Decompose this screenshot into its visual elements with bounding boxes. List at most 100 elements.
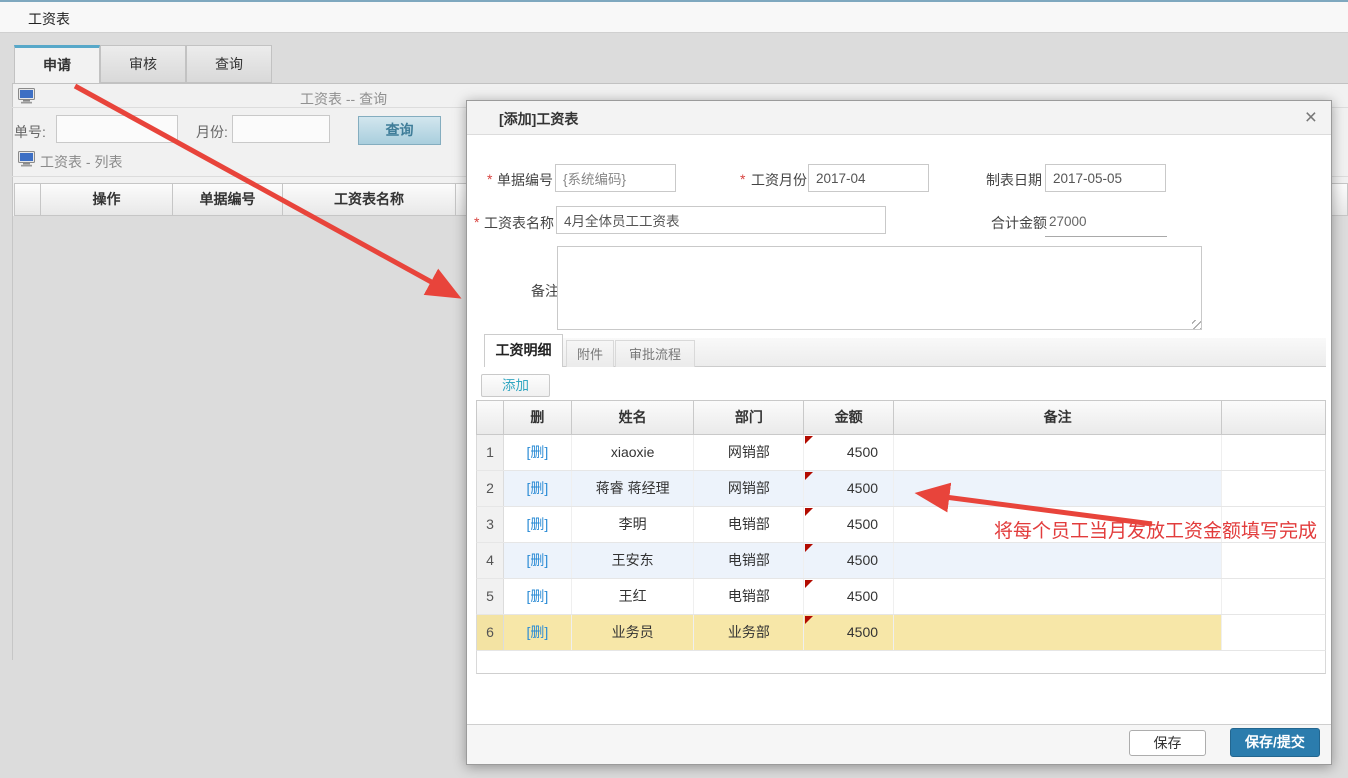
resize-grip-icon[interactable] <box>1192 320 1201 329</box>
dept-cell: 业务部 <box>694 615 804 650</box>
name-cell: 李明 <box>572 507 695 542</box>
table-name-label: 工资表名称 <box>484 213 554 233</box>
row-no: 3 <box>477 507 504 542</box>
doc-no-field[interactable] <box>555 164 676 192</box>
extra-cell <box>1222 579 1325 614</box>
remark-textarea[interactable] <box>557 246 1202 330</box>
del-cell: [删] <box>504 471 572 506</box>
amount-cell[interactable]: 4500 <box>804 435 894 470</box>
query-section-title: 工资表 -- 查询 <box>300 89 387 109</box>
total-amount-value: 27000 <box>1049 214 1087 229</box>
amount-cell[interactable]: 4500 <box>804 615 894 650</box>
table-row[interactable]: 5 [删] 王红 电销部 4500 <box>476 579 1326 615</box>
remark-cell[interactable] <box>894 615 1222 650</box>
row-no: 6 <box>477 615 504 650</box>
list-header-rowno <box>15 184 41 215</box>
required-marker: * <box>740 171 745 187</box>
search-button[interactable]: 查询 <box>358 116 441 145</box>
add-salary-table-dialog: [添加]工资表 × * 单据编号 * 工资月份 制表日期 * 工资表名称 合计金… <box>466 100 1332 765</box>
dept-cell: 电销部 <box>694 507 804 542</box>
extra-cell <box>1222 543 1325 578</box>
amount-cell[interactable]: 4500 <box>804 507 894 542</box>
list-header-actions[interactable]: 操作 <box>41 184 173 215</box>
delete-link[interactable]: [删] <box>526 588 548 604</box>
amount-cell[interactable]: 4500 <box>804 579 894 614</box>
salary-month-field[interactable] <box>808 164 929 192</box>
amount-cell[interactable]: 4500 <box>804 543 894 578</box>
name-cell: 蒋睿 蒋经理 <box>572 471 695 506</box>
order-no-input[interactable] <box>56 115 178 143</box>
table-row[interactable]: 2 [删] 蒋睿 蒋经理 网销部 4500 <box>476 471 1326 507</box>
panel-border <box>12 84 13 660</box>
required-marker: * <box>474 214 479 230</box>
table-name-field[interactable] <box>556 206 886 234</box>
header-rowno <box>477 401 504 434</box>
name-cell: 业务员 <box>572 615 695 650</box>
del-cell: [删] <box>504 507 572 542</box>
remark-cell[interactable] <box>894 435 1222 470</box>
total-amount-underline <box>1045 236 1167 237</box>
delete-link[interactable]: [删] <box>526 624 548 640</box>
dept-cell: 电销部 <box>694 579 804 614</box>
delete-link[interactable]: [删] <box>526 480 548 496</box>
extra-cell <box>1222 471 1325 506</box>
create-date-label: 制表日期 <box>986 170 1042 190</box>
dept-cell: 网销部 <box>694 471 804 506</box>
dept-cell: 电销部 <box>694 543 804 578</box>
remark-label: 备注 <box>531 281 559 301</box>
del-cell: [删] <box>504 543 572 578</box>
row-no: 4 <box>477 543 504 578</box>
header-remark: 备注 <box>894 401 1222 434</box>
delete-link[interactable]: [删] <box>526 444 548 460</box>
table-row[interactable]: 1 [删] xiaoxie 网销部 4500 <box>476 435 1326 471</box>
dialog-header[interactable]: [添加]工资表 × <box>467 101 1331 135</box>
doc-no-label: 单据编号 <box>497 170 553 190</box>
tab-query[interactable]: 查询 <box>186 45 272 83</box>
amount-cell[interactable]: 4500 <box>804 471 894 506</box>
row-no: 2 <box>477 471 504 506</box>
name-cell: xiaoxie <box>572 435 695 470</box>
close-icon[interactable]: × <box>1305 105 1317 131</box>
window-tab-title[interactable]: 工资表 <box>28 9 70 29</box>
remark-cell[interactable] <box>894 579 1222 614</box>
extra-cell <box>1222 615 1325 650</box>
name-cell: 王安东 <box>572 543 695 578</box>
header-amount: 金额 <box>804 401 894 434</box>
tab-salary-detail[interactable]: 工资明细 <box>484 334 563 367</box>
remark-cell[interactable] <box>894 471 1222 506</box>
delete-link[interactable]: [删] <box>526 552 548 568</box>
add-row-button[interactable]: 添加 <box>481 374 550 397</box>
save-button[interactable]: 保存 <box>1129 730 1206 756</box>
month-label: 月份: <box>196 122 228 142</box>
tab-approval-flow[interactable]: 审批流程 <box>615 340 695 367</box>
salary-month-label: 工资月份 <box>751 170 807 190</box>
extra-cell <box>1222 435 1325 470</box>
list-header-doc-no[interactable]: 单据编号 <box>173 184 283 215</box>
month-input[interactable] <box>232 115 330 143</box>
monitor-icon <box>18 151 35 167</box>
dialog-title: [添加]工资表 <box>499 109 578 129</box>
table-row[interactable]: 4 [删] 王安东 电销部 4500 <box>476 543 1326 579</box>
create-date-field[interactable] <box>1045 164 1166 192</box>
tab-review[interactable]: 审核 <box>100 45 186 83</box>
tab-attachments[interactable]: 附件 <box>566 340 614 367</box>
del-cell: [删] <box>504 435 572 470</box>
header-dept: 部门 <box>694 401 804 434</box>
tabs-divider <box>12 83 1348 84</box>
table-row[interactable]: 6 [删] 业务员 业务部 4500 <box>476 615 1326 651</box>
total-amount-label: 合计金额 <box>991 213 1047 233</box>
del-cell: [删] <box>504 579 572 614</box>
save-submit-button[interactable]: 保存/提交 <box>1230 728 1320 757</box>
header-del: 删 <box>504 401 572 434</box>
tab-apply[interactable]: 申请 <box>14 45 100 83</box>
order-no-label: 单号: <box>14 122 46 142</box>
monitor-icon <box>18 88 35 104</box>
list-header-table-name[interactable]: 工资表名称 <box>283 184 456 215</box>
list-section-title: 工资表 - 列表 <box>40 152 122 172</box>
detail-table-header: 删 姓名 部门 金额 备注 <box>476 400 1326 435</box>
dept-cell: 网销部 <box>694 435 804 470</box>
remark-cell[interactable] <box>894 543 1222 578</box>
delete-link[interactable]: [删] <box>526 516 548 532</box>
header-extra <box>1222 401 1325 434</box>
required-marker: * <box>487 171 492 187</box>
